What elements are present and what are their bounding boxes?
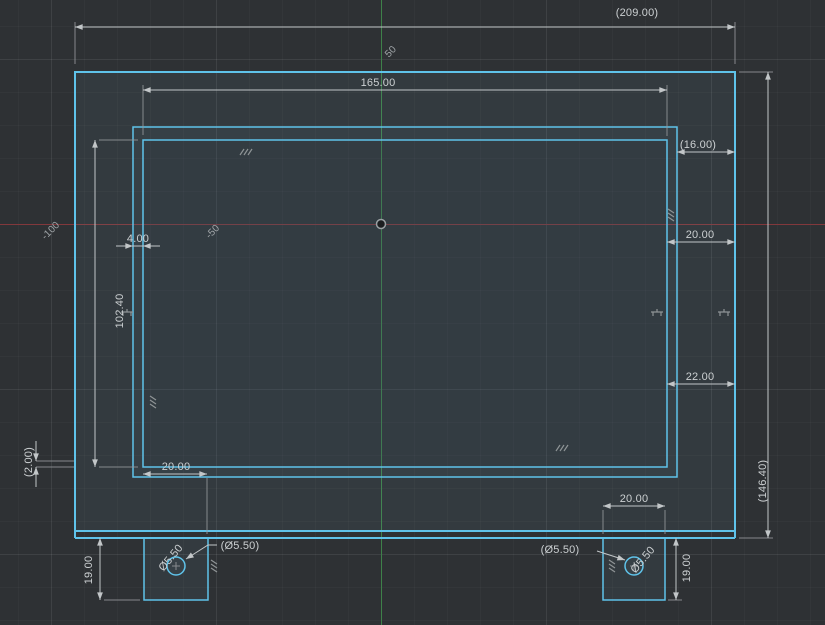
dimension-label-tab-right-height[interactable]: 19.00 (681, 554, 693, 583)
dimension-label-overall-height[interactable]: (146.40) (757, 460, 769, 503)
dimension-label-bottom-left-offset[interactable]: (2.00) (23, 447, 35, 477)
dimension-label-tab-left-height[interactable]: 19.00 (83, 556, 95, 585)
sketch-viewport[interactable]: (209.00) 50 165.00 (16.00) -100 4.00 -50… (0, 0, 825, 625)
pocket-inner-profile[interactable] (143, 140, 667, 467)
dimension-label-right-offset-lower[interactable]: 22.00 (686, 371, 715, 383)
dimension-label-hole-left-dia-ref[interactable]: (Ø5.50) (221, 540, 260, 552)
dimension-label-hole-right-dia-ref[interactable]: (Ø5.50) (541, 544, 580, 556)
dimension-label-inner-width[interactable]: 165.00 (361, 77, 396, 89)
dimension-label-tab-left-width[interactable]: 20.00 (162, 461, 191, 473)
dimension-label-overall-width[interactable]: (209.00) (616, 7, 659, 19)
dimension-label-tab-right-width[interactable]: 20.00 (620, 493, 649, 505)
dimension-label-inner-height[interactable]: 102.40 (114, 294, 126, 329)
dimension-label-right-offset-upper[interactable]: 20.00 (686, 229, 715, 241)
dimension-label-wall-thickness[interactable]: 4.00 (127, 233, 149, 245)
dimension-label-right-gap-top[interactable]: (16.00) (680, 139, 716, 151)
origin-point[interactable] (377, 220, 386, 229)
parallel-constraint-icon (211, 560, 217, 572)
